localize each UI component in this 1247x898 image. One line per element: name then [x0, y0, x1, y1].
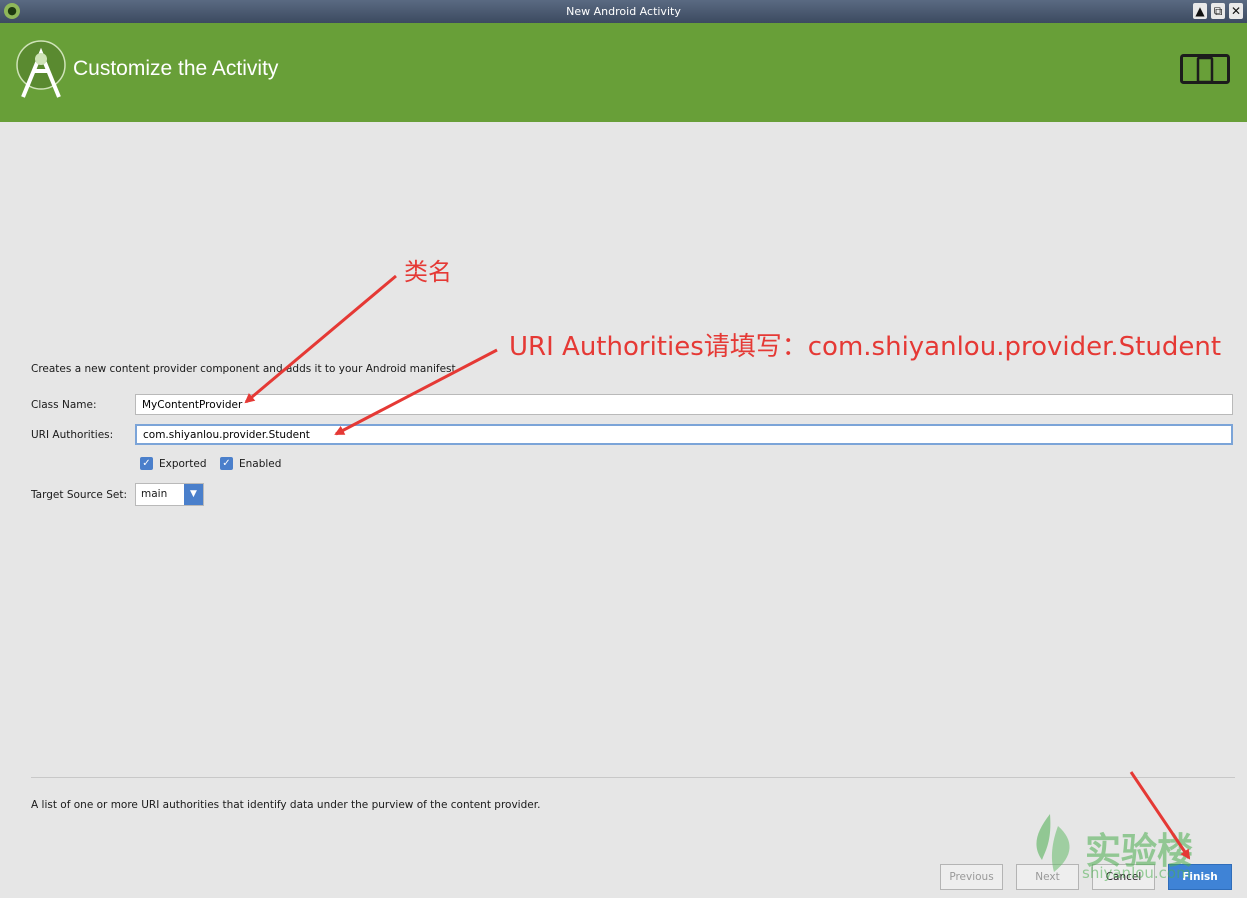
chevron-down-icon[interactable]: ▼ — [184, 484, 203, 505]
restore-icon[interactable]: ⧉ — [1211, 3, 1225, 19]
annotation-arrows — [244, 274, 1191, 860]
selected-source-set: main — [141, 488, 168, 500]
close-icon[interactable]: ✕ — [1229, 3, 1243, 19]
previous-button[interactable]: Previous — [940, 864, 1003, 890]
wizard-header: Customize the Activity — [0, 23, 1247, 122]
uri-authorities-label: URI Authorities: — [31, 429, 114, 441]
uri-annotation: URI Authorities请填写：com.shiyanlou.provide… — [509, 332, 1222, 362]
watermark-site: shiyanlou.com — [1082, 864, 1191, 882]
class-name-arrow — [244, 274, 397, 404]
uri-authorities-input[interactable] — [135, 424, 1233, 445]
component-description: Creates a new content provider component… — [31, 363, 459, 375]
target-source-set-label: Target Source Set: — [31, 489, 128, 501]
field-help-text: A list of one or more URI authorities th… — [31, 799, 541, 811]
window-title: New Android Activity — [566, 5, 681, 18]
target-source-set-select[interactable]: main ▼ — [135, 483, 204, 506]
android-studio-logo — [16, 40, 66, 98]
exported-checkbox[interactable]: ✓ Exported — [140, 457, 207, 470]
class-name-annotation: 类名 — [404, 258, 452, 286]
shiyanlou-watermark: 实验楼 shiyanlou.com — [1030, 812, 1193, 882]
device-form-factor-icon — [1180, 54, 1230, 84]
leaf-logo-icon — [1036, 814, 1070, 872]
minimize-icon[interactable]: ▲ — [1193, 3, 1207, 19]
divider — [31, 777, 1235, 778]
class-name-input[interactable] — [135, 394, 1233, 415]
window-titlebar: ● New Android Activity ▲ ⧉ ✕ — [0, 0, 1247, 23]
window-controls: ▲ ⧉ ✕ — [1193, 3, 1243, 19]
checkmark-icon: ✓ — [220, 457, 233, 470]
enabled-checkbox[interactable]: ✓ Enabled — [220, 457, 281, 470]
enabled-label: Enabled — [239, 457, 282, 470]
class-name-label: Class Name: — [31, 399, 97, 411]
exported-label: Exported — [159, 457, 207, 470]
checkmark-icon: ✓ — [140, 457, 153, 470]
page-title: Customize the Activity — [73, 57, 279, 80]
